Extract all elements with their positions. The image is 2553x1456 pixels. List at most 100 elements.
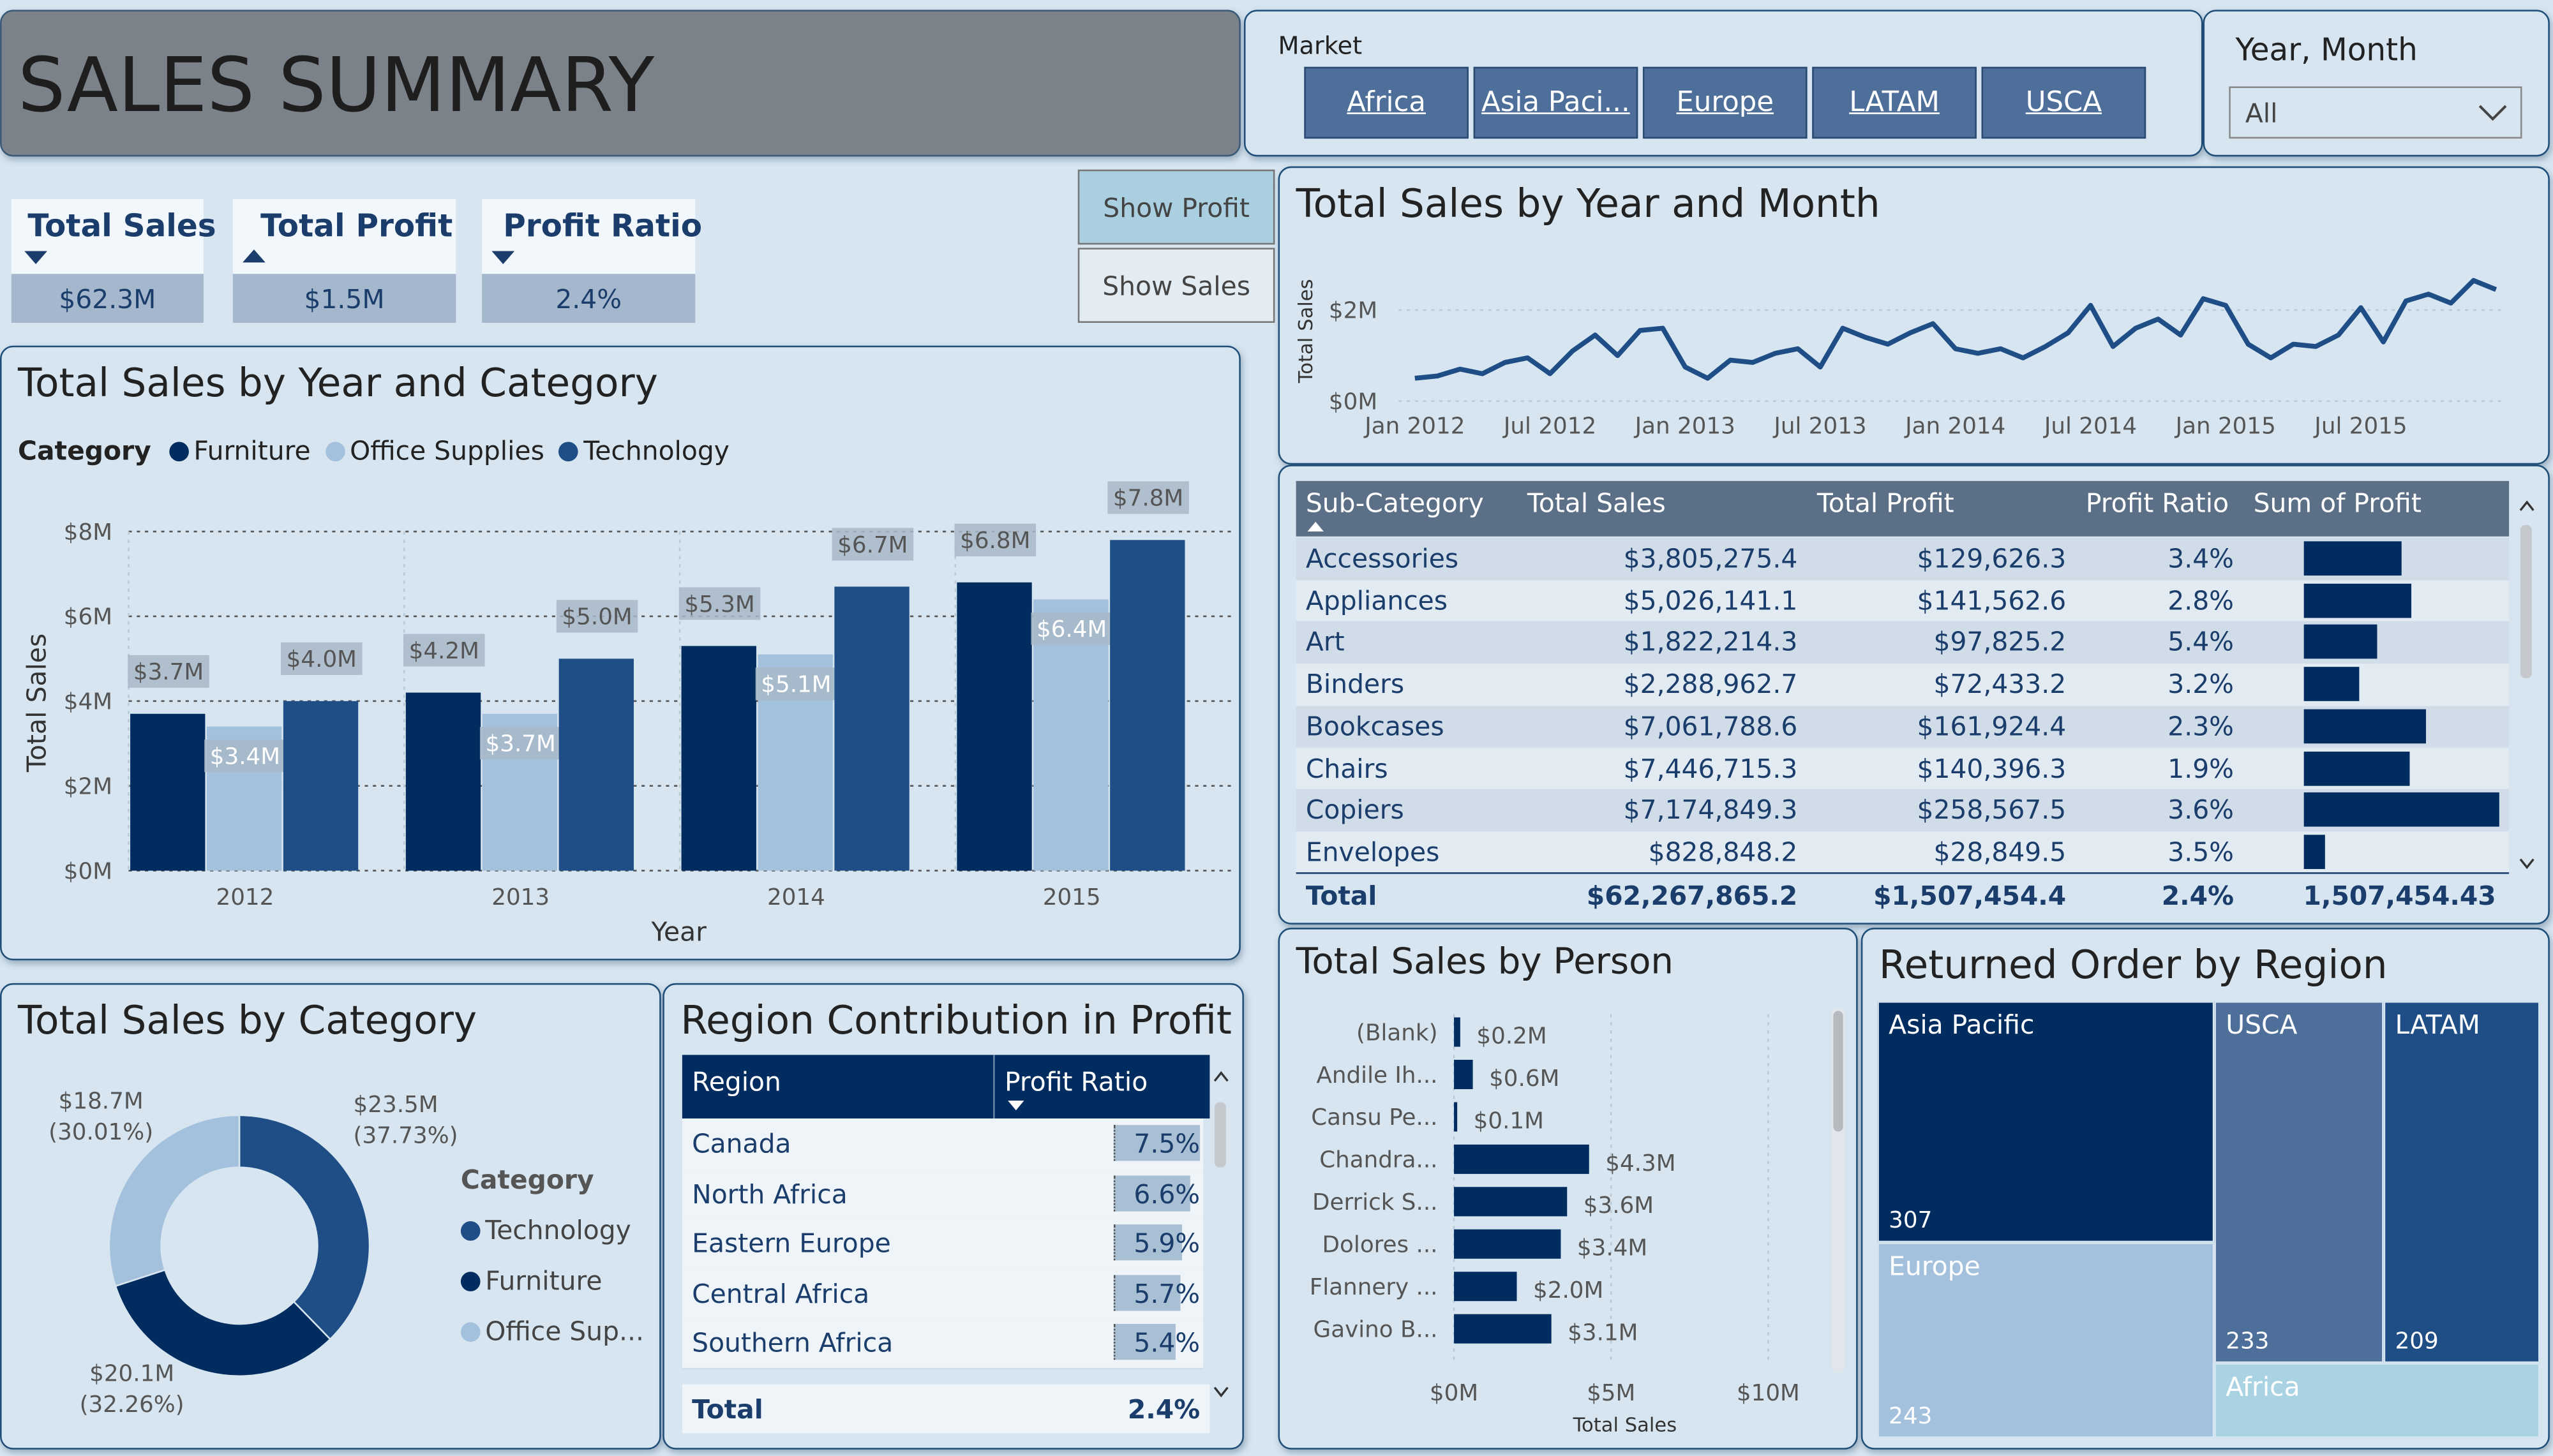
market-button-europe[interactable]: Europe <box>1642 66 1808 139</box>
table-row[interactable]: Binders $2,288,962.7 $72,433.2 3.2% <box>1296 664 2510 706</box>
data-label: $3.1M <box>1568 1320 1638 1346</box>
year-month-dropdown[interactable]: All <box>2229 86 2522 139</box>
table-row[interactable]: Southern Africa 5.4% <box>682 1318 1204 1370</box>
cell-total-profit: $258,567.5 <box>1917 794 2067 826</box>
x-tick-label: $0M <box>1430 1380 1478 1406</box>
kpi-label: Profit Ratio <box>503 209 703 245</box>
data-label: $6.7M <box>837 532 908 558</box>
market-button-africa[interactable]: Africa <box>1304 66 1469 139</box>
total-sales: $62,267,865.2 <box>1586 880 1798 912</box>
col-region[interactable]: Region <box>692 1066 781 1097</box>
table-row[interactable]: North Africa 6.6% <box>682 1168 1204 1220</box>
scroll-up-icon[interactable] <box>1213 1069 1229 1082</box>
table-row[interactable]: Eastern Europe 5.9% <box>682 1218 1204 1270</box>
cell-profit-ratio: 2.3% <box>2167 710 2234 742</box>
cell-profit-ratio: 3.5% <box>2167 836 2234 868</box>
col-sum-of-profit[interactable]: Sum of Profit <box>2254 487 2422 519</box>
x-tick-label: 2012 <box>216 884 274 910</box>
market-button-latam[interactable]: LATAM <box>1812 66 1977 139</box>
scroll-up-icon[interactable] <box>2519 499 2535 512</box>
data-label: $6.8M <box>960 528 1030 554</box>
year-category-bar-chart: $0M $2M $4M $6M $8M $3.7M $3.4M $4.0M 2012 $4.2M $… <box>21 481 1231 947</box>
scroll-down-icon[interactable] <box>2519 858 2535 870</box>
legend-item-furniture: Furniture <box>485 1265 603 1296</box>
table-row[interactable]: Envelopes $828,848.2 $28,849.5 3.5% <box>1296 831 2510 873</box>
treemap-label: Europe <box>1889 1250 1980 1282</box>
cell-total-sales: $5,026,141.1 <box>1623 584 1798 616</box>
cell-profit-ratio: 3.2% <box>2167 668 2234 700</box>
table-row[interactable]: Chairs $7,446,715.3 $140,396.3 1.9% <box>1296 747 2510 790</box>
region-scrollbar[interactable] <box>1211 1063 1231 1406</box>
table-row[interactable]: Art $1,822,214.3 $97,825.2 5.4% <box>1296 621 2510 664</box>
kpi-value: $1.5M <box>232 274 456 323</box>
person-bar <box>1454 1187 1568 1217</box>
y-tick-label: $6M <box>64 604 112 630</box>
show-profit-button[interactable]: Show Profit <box>1077 169 1275 245</box>
y-tick-label: $8M <box>64 519 112 546</box>
kpi-label: Total Sales <box>27 209 216 245</box>
table-row[interactable]: Central Africa 5.7% <box>682 1268 1204 1320</box>
treemap-label: Asia Pacific <box>1889 1009 2035 1041</box>
person-scrollbar[interactable] <box>1831 1007 1845 1373</box>
kpi-total-sales[interactable]: Total Sales $62.3M <box>11 198 216 323</box>
x-tick-label: 2013 <box>491 884 550 910</box>
scrollbar-thumb[interactable] <box>2520 524 2532 679</box>
col-profit-ratio[interactable]: Profit Ratio <box>1005 1066 1148 1097</box>
col-total-profit[interactable]: Total Profit <box>1817 487 1954 519</box>
scroll-down-icon[interactable] <box>1213 1386 1229 1399</box>
table-row[interactable]: Appliances $5,026,141.1 $141,562.6 2.8% <box>1296 579 2510 622</box>
cell-subcategory: Copiers <box>1305 794 1404 826</box>
bar-furniture <box>130 713 206 871</box>
table-row[interactable]: Canada 7.5% <box>682 1118 1204 1170</box>
data-label: $2.0M <box>1533 1277 1603 1304</box>
table-row[interactable]: Bookcases $7,061,788.6 $161,924.4 2.3% <box>1296 705 2510 748</box>
cell-subcategory: Bookcases <box>1305 710 1444 742</box>
treemap-latam[interactable]: LATAM 209 <box>2383 1001 2540 1363</box>
y-tick-label: Chandra... <box>1319 1147 1437 1173</box>
y-tick-label: $0M <box>64 858 112 884</box>
profit-databar <box>2303 750 2410 785</box>
table-row[interactable]: Copiers $7,174,849.3 $258,567.5 3.6% <box>1296 789 2510 831</box>
slice-pct-label: (30.01%) <box>49 1119 153 1145</box>
x-tick-label: Jul 2014 <box>2043 413 2137 440</box>
data-label: $4.3M <box>1605 1150 1675 1177</box>
cell-total-profit: $97,825.2 <box>1933 627 2067 658</box>
cell-subcategory: Envelopes <box>1305 836 1440 868</box>
data-label: $3.6M <box>1583 1192 1654 1219</box>
table-row[interactable]: Accessories $3,805,275.4 $129,626.3 3.4% <box>1296 538 2510 580</box>
y-tick-label: $0M <box>1329 389 1377 415</box>
market-label: Market <box>1278 31 1363 61</box>
scrollbar-thumb[interactable] <box>1833 1011 1843 1132</box>
chart-title: Region Contribution in Profit <box>680 997 1232 1044</box>
data-label: $5.3M <box>684 591 754 618</box>
col-subcategory[interactable]: Sub-Category <box>1306 487 1484 519</box>
treemap-africa[interactable]: Africa <box>2214 1363 2540 1438</box>
kpi-total-profit[interactable]: Total Profit $1.5M <box>232 198 456 323</box>
slice-pct-label: (32.26%) <box>80 1392 184 1418</box>
col-total-sales[interactable]: Total Sales <box>1527 487 1666 519</box>
cell-region: Eastern Europe <box>692 1228 891 1259</box>
year-month-label: Year, Month <box>2235 33 2418 69</box>
cell-profit-ratio: 2.8% <box>2167 584 2234 616</box>
cell-profit-ratio: 7.5% <box>1134 1128 1201 1159</box>
treemap-europe[interactable]: Europe 243 <box>1877 1242 2215 1438</box>
market-button-asia-pacific[interactable]: Asia Paci... <box>1473 66 1638 139</box>
bar-technology <box>283 701 359 871</box>
bar-technology <box>1110 540 1185 871</box>
treemap-usca[interactable]: USCA 233 <box>2214 1001 2384 1363</box>
chart-title: Returned Order by Region <box>1878 942 2388 988</box>
slice-value-label: $20.1M <box>89 1360 174 1386</box>
x-tick-label: Jul 2013 <box>1772 413 1866 440</box>
legend-item-technology: Technology <box>485 1214 631 1246</box>
market-button-usca[interactable]: USCA <box>1981 66 2146 139</box>
x-tick-label: Jan 2014 <box>1904 413 2005 440</box>
page-title: SALES SUMMARY <box>18 40 655 129</box>
x-tick-label: $10M <box>1737 1380 1800 1406</box>
col-profit-ratio[interactable]: Profit Ratio <box>2086 487 2229 519</box>
scrollbar-thumb[interactable] <box>1215 1102 1226 1168</box>
kpi-profit-ratio[interactable]: Profit Ratio 2.4% <box>482 198 702 323</box>
profit-databar <box>2303 792 2499 828</box>
show-sales-button[interactable]: Show Sales <box>1077 248 1275 323</box>
treemap-asia-pacific[interactable]: Asia Pacific 307 <box>1877 1001 2215 1243</box>
table-scrollbar[interactable] <box>2515 489 2538 880</box>
